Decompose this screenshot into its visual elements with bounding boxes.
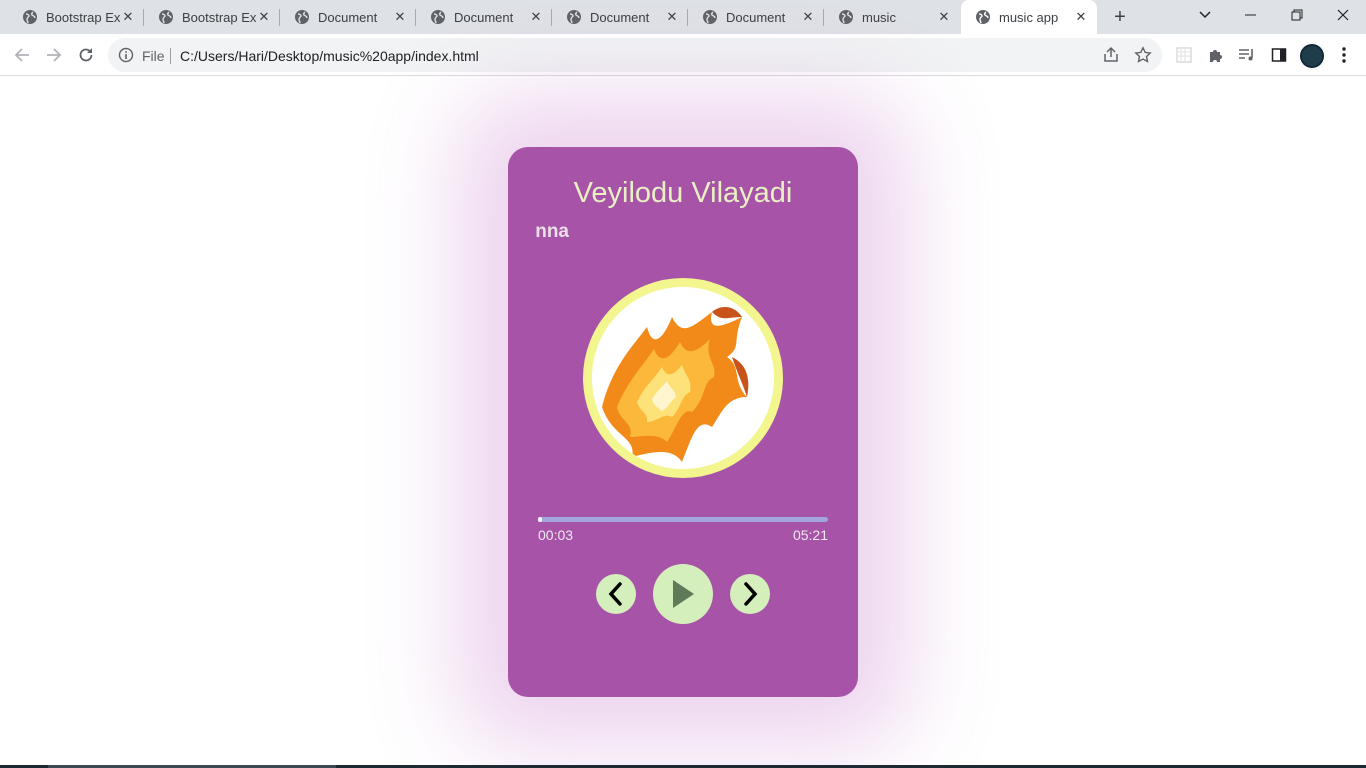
forward-button[interactable] [42, 43, 66, 67]
browser-tab[interactable]: Bootstrap Exa ✕ [8, 0, 144, 34]
browser-tab-active[interactable]: music app ✕ [961, 0, 1097, 34]
tab-close-icon[interactable]: ✕ [120, 9, 136, 25]
chevron-down-icon [1199, 11, 1211, 19]
album-art [583, 278, 783, 478]
grid-extension-icon [1176, 47, 1192, 63]
puzzle-icon [1210, 50, 1222, 62]
reload-icon [79, 48, 93, 62]
url-text[interactable]: C:/Users/Hari/Desktop/music%20app/index.… [180, 48, 479, 64]
tab-close-icon[interactable]: ✕ [256, 9, 272, 25]
close-icon [1337, 9, 1349, 21]
duration-time: 05:21 [792, 527, 828, 543]
address-bar[interactable]: File C:/Users/Hari/Desktop/music%20app/i… [108, 38, 1162, 72]
address-divider [170, 48, 171, 64]
browser-tab[interactable]: Document ✕ [416, 0, 552, 34]
browser-tab[interactable]: Document ✕ [280, 0, 416, 34]
back-button[interactable] [10, 43, 34, 67]
restore-icon [1291, 9, 1303, 21]
browser-tab[interactable]: Document ✕ [552, 0, 688, 34]
globe-icon [567, 10, 581, 24]
arrow-left-icon [14, 48, 29, 62]
chevron-left-icon [608, 582, 622, 606]
globe-icon [23, 10, 37, 24]
arrow-right-icon [47, 48, 62, 62]
tab-title: Bootstrap Exa [46, 9, 120, 25]
tab-search-button[interactable] [1182, 0, 1228, 30]
tab-close-icon[interactable]: ✕ [392, 9, 408, 25]
tab-close-icon[interactable]: ✕ [528, 9, 544, 25]
next-button[interactable] [730, 574, 770, 614]
tab-title: music [862, 9, 896, 25]
globe-icon [295, 10, 309, 24]
tab-title: Document [590, 9, 650, 25]
more-vertical-icon [1342, 47, 1346, 63]
url-scheme-label: File [142, 48, 165, 64]
tab-title: Bootstrap Exa [182, 9, 256, 25]
previous-button[interactable] [596, 574, 636, 614]
globe-icon [703, 10, 717, 24]
play-button[interactable] [653, 564, 713, 624]
browser-tab[interactable]: music ✕ [824, 0, 960, 34]
reload-button[interactable] [74, 43, 98, 67]
tab-close-icon[interactable]: ✕ [1073, 9, 1089, 25]
progress-fill [538, 517, 542, 522]
tab-title: music app [999, 9, 1059, 25]
extension-icon[interactable] [1174, 45, 1194, 65]
tab-title: Document [454, 9, 514, 25]
close-window-button[interactable] [1320, 0, 1366, 30]
globe-icon [159, 10, 173, 24]
info-icon[interactable] [118, 47, 134, 63]
restore-button[interactable] [1274, 0, 1320, 30]
extensions-button[interactable] [1206, 45, 1226, 65]
minimize-button[interactable] [1228, 0, 1274, 30]
share-icon[interactable] [1102, 46, 1120, 64]
globe-icon [431, 10, 445, 24]
artist-marquee: nna [508, 221, 858, 245]
side-panel-button[interactable] [1269, 45, 1289, 65]
song-title: Veyilodu Vilayadi [573, 177, 793, 209]
browser-menu-button[interactable] [1334, 45, 1354, 65]
media-control-button[interactable] [1237, 45, 1257, 65]
tab-close-icon[interactable]: ✕ [664, 9, 680, 25]
bookmark-star-icon[interactable] [1134, 46, 1152, 64]
profile-avatar[interactable] [1300, 44, 1324, 68]
tab-title: Document [318, 9, 378, 25]
browser-toolbar: File C:/Users/Hari/Desktop/music%20app/i… [0, 34, 1366, 76]
playlist-icon [1239, 49, 1253, 61]
globe-icon [976, 10, 990, 24]
page-viewport: Veyilodu Vilayadi nna 00:03 05:21 [0, 77, 1366, 766]
fire-artwork [592, 287, 774, 469]
tab-close-icon[interactable]: ✕ [936, 9, 952, 25]
browser-tab[interactable]: Document ✕ [688, 0, 824, 34]
current-time: 00:03 [538, 527, 574, 543]
play-icon [673, 580, 694, 608]
music-player-card: Veyilodu Vilayadi nna 00:03 05:21 [508, 147, 858, 697]
new-tab-button[interactable]: + [1108, 5, 1132, 29]
chevron-right-icon [744, 582, 758, 606]
globe-icon [839, 10, 853, 24]
progress-bar[interactable] [538, 517, 828, 522]
tab-title: Document [726, 9, 786, 25]
side-panel-icon [1271, 48, 1287, 62]
browser-tab[interactable]: Bootstrap Exa ✕ [144, 0, 280, 34]
browser-tab-strip: Bootstrap Exa ✕ Bootstrap Exa ✕ Document… [0, 0, 1366, 34]
minimize-icon [1245, 14, 1256, 16]
artist-name: nna [535, 221, 569, 242]
tab-close-icon[interactable]: ✕ [800, 9, 816, 25]
